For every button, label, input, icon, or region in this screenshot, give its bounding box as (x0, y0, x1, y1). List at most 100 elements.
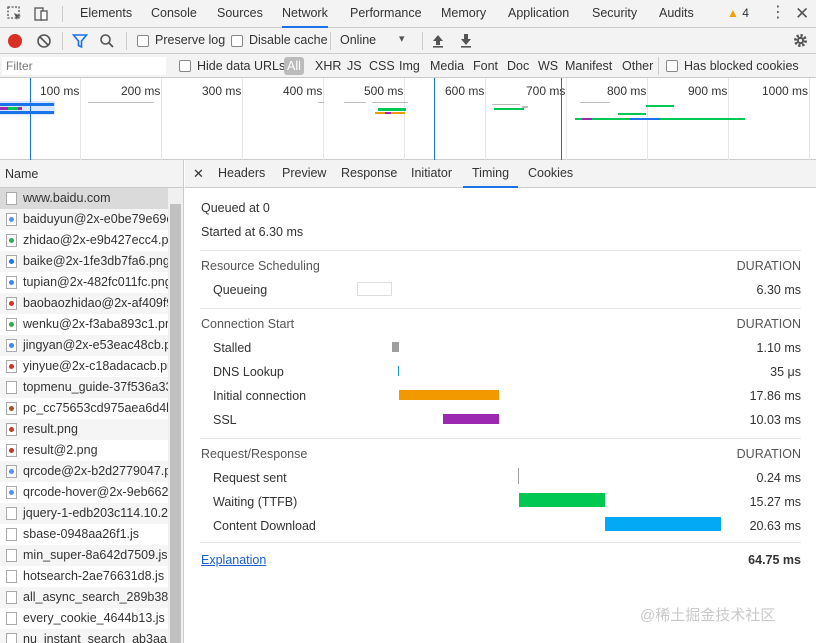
timing-row-label: Content Download (213, 519, 316, 533)
request-sent-bar (518, 468, 519, 484)
timing-row-value: 35 μs (770, 365, 801, 379)
filter-input[interactable] (2, 57, 166, 75)
request-row[interactable]: every_cookie_4644b13.js (0, 608, 168, 629)
settings-gear-icon[interactable] (792, 32, 809, 52)
name-column-header[interactable]: Name (0, 160, 183, 188)
more-options-icon[interactable]: ⋮ (770, 0, 786, 28)
blocked-cookies-checkbox[interactable] (666, 60, 678, 72)
request-row[interactable]: wenku@2x-f3aba893c1.png (0, 314, 168, 335)
record-icon[interactable] (8, 34, 22, 48)
request-row[interactable]: jquery-1-edb203c114.10.2.j (0, 503, 168, 524)
request-row[interactable]: jingyan@2x-e53eac48cb.pr (0, 335, 168, 356)
warnings-counter[interactable]: ▲ 4 (727, 0, 749, 28)
request-row[interactable]: hotsearch-2ae76631d8.js (0, 566, 168, 587)
tab-timing[interactable]: Timing (463, 160, 519, 188)
tab-headers[interactable]: Headers (218, 160, 265, 188)
hide-data-urls-checkbox[interactable] (179, 60, 191, 72)
grid-line (404, 78, 405, 160)
type-filter-media[interactable]: Media (430, 57, 464, 75)
file-icon (6, 192, 17, 205)
timing-row-label: Stalled (213, 341, 252, 355)
request-row[interactable]: sbase-0948aa26f1.js (0, 524, 168, 545)
preserve-log-label: Preserve log (155, 33, 226, 47)
tab-initiator[interactable]: Initiator (411, 160, 452, 188)
timing-row-label: DNS Lookup (213, 365, 284, 379)
throttling-select[interactable]: Online (340, 33, 376, 47)
request-name: nu_instant_search_ab3aa1d (23, 632, 168, 643)
tab-elements[interactable]: Elements (80, 0, 132, 28)
overview-request-bar (646, 105, 674, 107)
timing-row-value: 0.24 ms (756, 471, 801, 485)
request-row[interactable]: zhidao@2x-e9b427ecc4.pn (0, 230, 168, 251)
inspect-element-icon[interactable] (6, 5, 24, 23)
request-row[interactable]: baiduyun@2x-e0be79e69e (0, 209, 168, 230)
type-filter-other[interactable]: Other (622, 57, 653, 75)
timeline-tick: 1000 ms (762, 84, 809, 98)
timeline-tick: 300 ms (202, 84, 242, 98)
tab-application[interactable]: Application (508, 0, 569, 28)
tab-memory[interactable]: Memory (441, 0, 486, 28)
request-row[interactable]: baike@2x-1fe3db7fa6.png (0, 251, 168, 272)
overview-request-bar (385, 112, 391, 114)
tab-security[interactable]: Security (592, 0, 637, 28)
preserve-log-checkbox[interactable] (137, 35, 149, 47)
export-har-icon[interactable] (459, 33, 473, 52)
total-duration: 64.75 ms (748, 553, 801, 567)
request-row[interactable]: baobaozhidao@2x-af409f9 (0, 293, 168, 314)
tab-cookies[interactable]: Cookies (528, 160, 573, 188)
timing-row-value: 15.27 ms (749, 495, 801, 509)
tab-audits[interactable]: Audits (659, 0, 694, 28)
import-har-icon[interactable] (431, 33, 445, 52)
timeline-overview[interactable]: 100 ms 200 ms 300 ms 400 ms 500 ms 600 m… (0, 78, 816, 160)
timeline-tick: 100 ms (40, 84, 80, 98)
request-name: yinyue@2x-c18adacacb.png (23, 359, 168, 373)
tab-preview[interactable]: Preview (282, 160, 326, 188)
timeline-tick: 600 ms (445, 84, 485, 98)
type-filter-ws[interactable]: WS (538, 57, 558, 75)
tab-network[interactable]: Network (282, 0, 328, 28)
device-toolbar-icon[interactable] (32, 5, 50, 23)
tab-sources[interactable]: Sources (217, 0, 263, 28)
request-row[interactable]: qrcode@2x-b2d2779047.pr (0, 461, 168, 482)
duration-header: DURATION (736, 259, 801, 273)
type-filter-img[interactable]: Img (399, 57, 420, 75)
disable-cache-checkbox[interactable] (231, 35, 243, 47)
type-filter-all[interactable]: All (284, 57, 304, 75)
close-devtools-icon[interactable]: ✕ (795, 0, 809, 28)
close-detail-icon[interactable]: ✕ (193, 160, 204, 188)
file-icon (6, 381, 17, 394)
tab-response[interactable]: Response (341, 160, 397, 188)
type-filter-font[interactable]: Font (473, 57, 498, 75)
request-name: min_super-8a642d7509.js (23, 548, 168, 562)
overview-request-bar (0, 111, 54, 114)
request-name: pc_cc75653cd975aea6d4ba (23, 401, 168, 415)
tab-performance[interactable]: Performance (350, 0, 422, 28)
scrollbar-thumb[interactable] (170, 204, 181, 643)
request-row[interactable]: pc_cc75653cd975aea6d4ba (0, 398, 168, 419)
request-name: qrcode-hover@2x-9eb662f (23, 485, 168, 499)
request-row[interactable]: tupian@2x-482fc011fc.png (0, 272, 168, 293)
request-row[interactable]: result@2.png (0, 440, 168, 461)
request-row[interactable]: all_async_search_289b381.j (0, 587, 168, 608)
clear-icon[interactable] (36, 33, 52, 52)
type-filter-css[interactable]: CSS (369, 57, 395, 75)
filter-icon[interactable] (71, 33, 89, 52)
request-row[interactable]: nu_instant_search_ab3aa1d (0, 629, 168, 643)
request-row[interactable]: topmenu_guide-37f536a33 (0, 377, 168, 398)
request-name: result@2.png (23, 443, 98, 457)
type-filter-manifest[interactable]: Manifest (565, 57, 612, 75)
request-row[interactable]: min_super-8a642d7509.js (0, 545, 168, 566)
request-row[interactable]: qrcode-hover@2x-9eb662f (0, 482, 168, 503)
search-icon[interactable] (99, 33, 115, 52)
type-filter-js[interactable]: JS (347, 57, 362, 75)
chevron-down-icon[interactable]: ▾ (399, 32, 405, 45)
request-row[interactable]: yinyue@2x-c18adacacb.png (0, 356, 168, 377)
request-row[interactable]: www.baidu.com (0, 188, 168, 209)
timing-row-label: SSL (213, 413, 237, 427)
hide-data-urls-label: Hide data URLs (197, 59, 286, 73)
explanation-link[interactable]: Explanation (201, 553, 266, 567)
request-row[interactable]: result.png (0, 419, 168, 440)
tab-console[interactable]: Console (151, 0, 197, 28)
type-filter-xhr[interactable]: XHR (315, 57, 341, 75)
type-filter-doc[interactable]: Doc (507, 57, 529, 75)
